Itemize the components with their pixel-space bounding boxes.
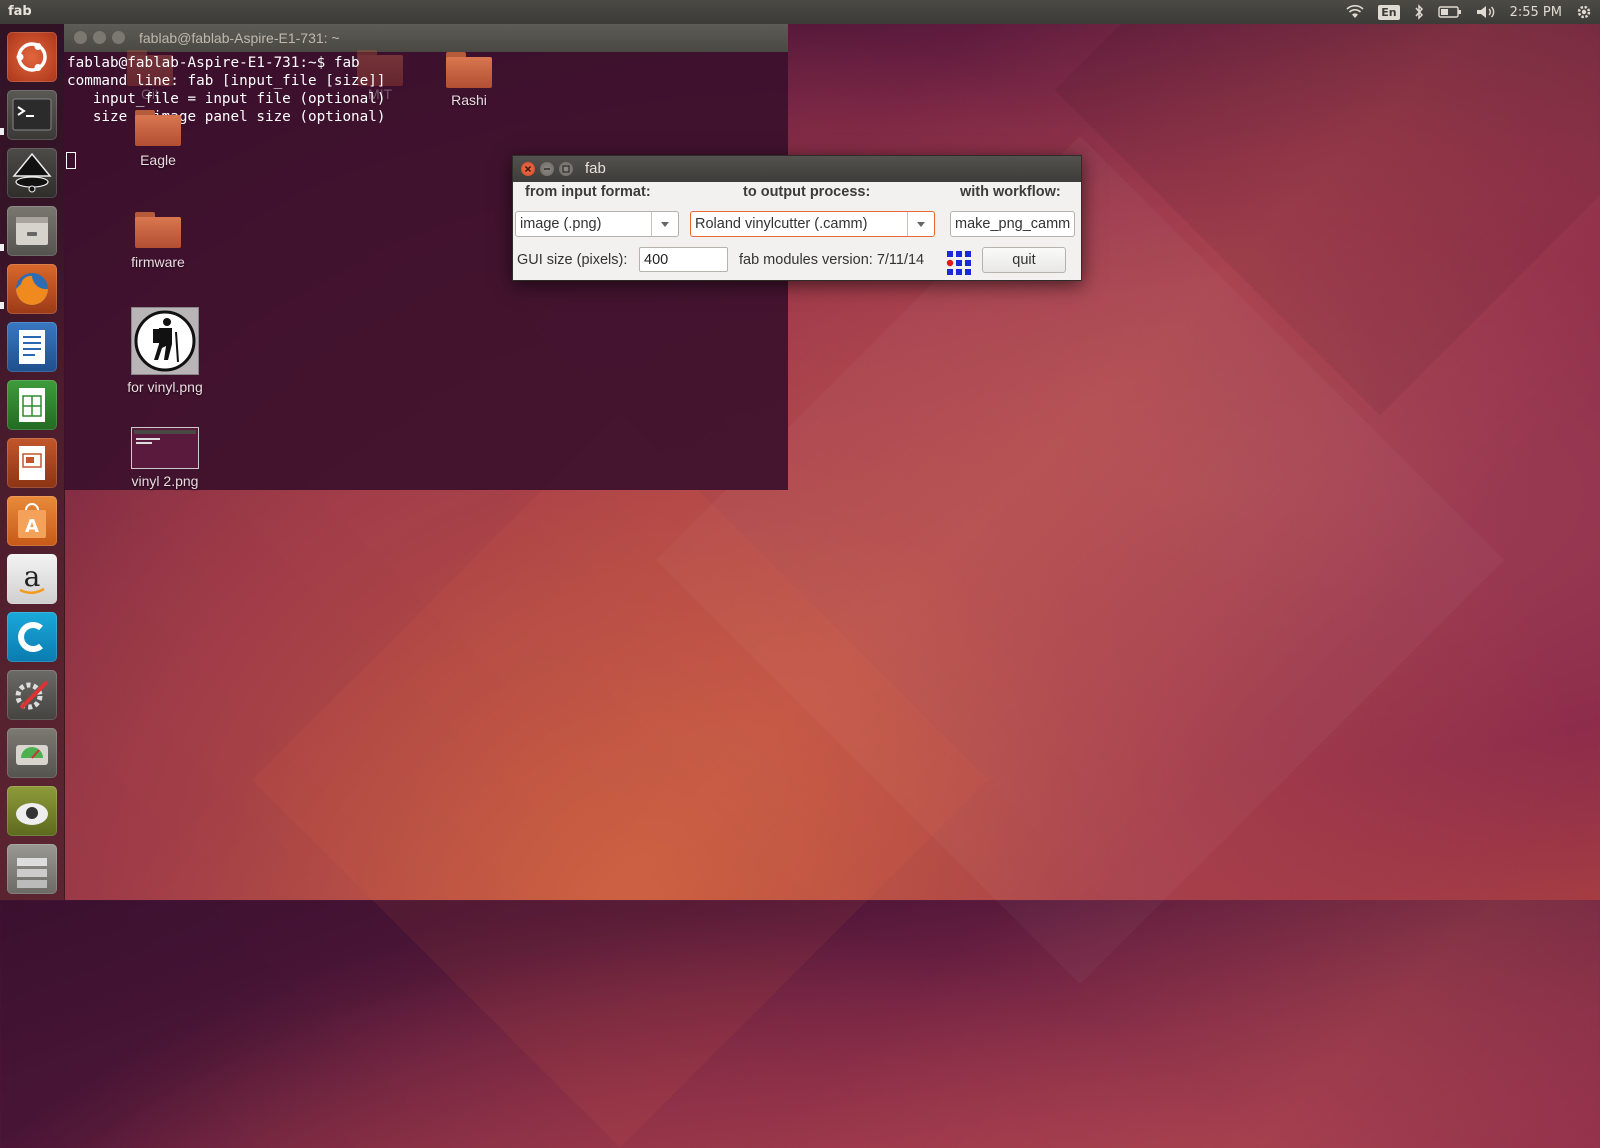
writer-icon[interactable] (7, 322, 57, 372)
settings-gear-icon[interactable] (1576, 4, 1592, 20)
output-process-value: Roland vinylcutter (.camm) (695, 216, 868, 232)
fab-close-button[interactable] (521, 162, 535, 176)
svg-text:a: a (24, 560, 41, 593)
desktop-folder-firmware[interactable]: firmware (120, 212, 196, 270)
folder-icon (446, 52, 492, 88)
system-settings-icon[interactable] (7, 670, 57, 720)
desktop-folder-rashi[interactable]: Rashi (441, 52, 497, 108)
folder-icon (135, 212, 181, 248)
workflow-field[interactable]: make_png_camm (950, 211, 1075, 237)
game-icon[interactable] (7, 786, 57, 836)
disk-usage-icon[interactable] (7, 728, 57, 778)
keyboard-layout-indicator[interactable]: En (1378, 4, 1400, 20)
workflow-value: make_png_camm (955, 216, 1071, 232)
output-process-heading: to output process: (743, 184, 871, 200)
input-format-value: image (.png) (520, 216, 602, 232)
terminal-output: fablab@fablab-Aspire-E1-731:~$ fab comman… (67, 55, 386, 125)
fab-titlebar[interactable]: fab (513, 156, 1081, 182)
terminal-minimize-button[interactable] (93, 31, 106, 44)
gui-size-input[interactable] (639, 247, 728, 272)
wifi-icon[interactable] (1346, 5, 1364, 19)
chevron-down-icon[interactable] (651, 212, 678, 236)
terminal-cursor (66, 152, 76, 169)
fab-window[interactable]: fab from input format: to output process… (512, 155, 1082, 281)
amazon-icon[interactable]: a (7, 554, 57, 604)
input-format-select[interactable]: image (.png) (515, 211, 679, 237)
chevron-down-icon[interactable] (907, 212, 934, 236)
ubuntu-dash-icon[interactable] (7, 32, 57, 82)
fab-maximize-button[interactable] (559, 162, 573, 176)
arduino-icon[interactable] (7, 612, 57, 662)
system-tray: En 2:55 PM (1346, 0, 1592, 24)
desktop-file-for-vinyl[interactable]: for vinyl.png (113, 307, 217, 395)
desktop-folder-eagle[interactable]: Eagle (120, 110, 196, 168)
version-label: fab modules version: 7/11/14 (739, 252, 925, 268)
terminal-close-button[interactable] (74, 31, 87, 44)
svg-text:A: A (25, 516, 39, 537)
fab-minimize-button[interactable] (540, 162, 554, 176)
terminal-title: fablab@fablab-Aspire-E1-731: ~ (139, 30, 340, 46)
clock[interactable]: 2:55 PM (1510, 5, 1562, 20)
volume-icon[interactable] (1476, 5, 1496, 19)
quit-button[interactable]: quit (982, 247, 1066, 273)
screenshot-thumbnail-icon (131, 427, 199, 469)
input-format-heading: from input format: (525, 184, 651, 200)
bluetooth-icon[interactable] (1414, 4, 1424, 20)
workflow-heading: with workflow: (960, 184, 1061, 200)
hiker-thumbnail-icon (131, 307, 199, 375)
output-process-select[interactable]: Roland vinylcutter (.camm) (690, 211, 935, 237)
terminal-icon[interactable] (7, 90, 57, 140)
stack-icon[interactable] (7, 844, 57, 894)
battery-icon[interactable] (1437, 6, 1462, 18)
gui-size-label: GUI size (pixels): (517, 252, 628, 268)
desktop-file-vinyl-2[interactable]: vinyl 2.png (113, 427, 217, 489)
software-center-icon[interactable]: A (7, 496, 57, 546)
firefox-icon[interactable] (7, 264, 57, 314)
files-icon[interactable] (7, 206, 57, 256)
top-panel: fab En 2:55 PM (0, 0, 1600, 24)
terminal-titlebar[interactable]: fablab@fablab-Aspire-E1-731: ~ (64, 24, 788, 52)
inkscape-icon[interactable] (7, 148, 57, 198)
fab-title: fab (585, 160, 606, 177)
impress-icon[interactable] (7, 438, 57, 488)
terminal-maximize-button[interactable] (112, 31, 125, 44)
fab-modules-logo-icon (946, 250, 972, 276)
folder-icon (135, 110, 181, 146)
active-app-title: fab (8, 4, 32, 19)
launcher: A a (0, 24, 65, 900)
calc-icon[interactable] (7, 380, 57, 430)
